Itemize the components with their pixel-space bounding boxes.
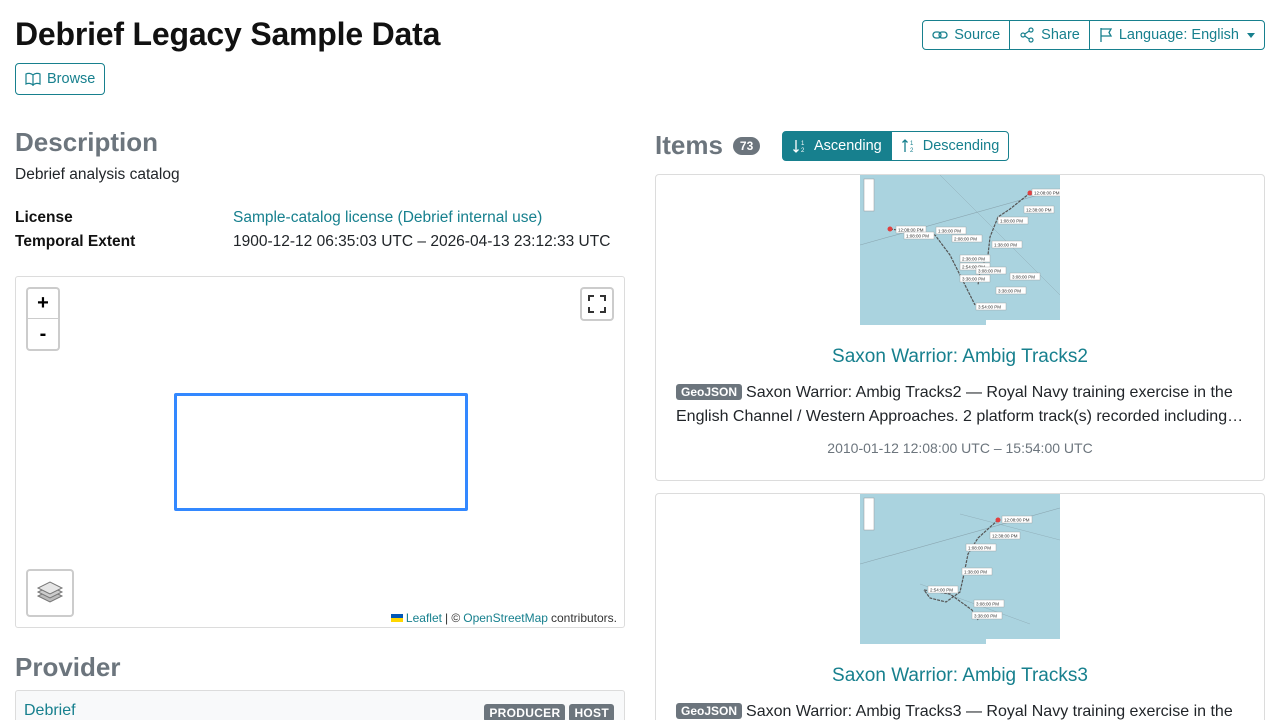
- sort-toggle: 12 Ascending 12 Descending: [782, 131, 1010, 161]
- role-badge-host: HOST: [569, 704, 614, 720]
- time-label: 12:08:00 PM: [1034, 191, 1060, 196]
- sort-ascending-label: Ascending: [814, 138, 882, 154]
- time-label: 3:38:00 PM: [998, 289, 1021, 294]
- time-label: 12:08:00 PM: [898, 228, 924, 233]
- link-icon: [932, 31, 948, 39]
- item-description: GeoJSON Saxon Warrior: Ambig Tracks3 — Ro…: [676, 699, 1246, 720]
- share-icon: [1020, 27, 1034, 43]
- zoom-in-button[interactable]: +: [28, 289, 58, 319]
- share-label: Share: [1041, 27, 1080, 43]
- time-label: 3:08:00 PM: [976, 602, 999, 607]
- attribution-separator: | ©: [444, 611, 461, 625]
- item-description: GeoJSON Saxon Warrior: Ambig Tracks2 — Ro…: [676, 380, 1246, 429]
- time-label: 1:08:00 PM: [968, 546, 991, 551]
- item-card[interactable]: 12:08:00 PM 12:38:00 PM 1:08:00 PM 12:08:00…: [655, 174, 1265, 481]
- sort-ascending-icon: 12: [793, 140, 805, 154]
- svg-text:1: 1: [801, 141, 805, 147]
- provider-card: Debrief PRODUCER HOST: [15, 690, 625, 720]
- provider-link[interactable]: Debrief: [24, 702, 76, 720]
- time-label: 12:38:00 PM: [1026, 208, 1052, 213]
- items-heading: Items: [655, 130, 723, 160]
- svg-text:2: 2: [801, 148, 805, 154]
- time-label: 3:08:00 PM: [978, 269, 1001, 274]
- osm-link[interactable]: OpenStreetMap: [463, 611, 548, 625]
- svg-text:1: 1: [910, 141, 914, 147]
- bounding-box: [174, 393, 468, 511]
- language-dropdown[interactable]: Language: English: [1088, 20, 1265, 50]
- time-label: 3:38:00 PM: [974, 614, 997, 619]
- time-label: 12:08:00 PM: [1004, 518, 1030, 523]
- time-label: 1:08:00 PM: [1000, 219, 1023, 224]
- item-time-range: 2010-01-12 12:08:00 UTC – 15:54:00 UTC: [827, 440, 1093, 456]
- item-thumbnail[interactable]: 12:08:00 PM 12:38:00 PM 1:08:00 PM 12:08:00…: [860, 175, 1060, 325]
- time-label: 1:38:00 PM: [964, 570, 987, 575]
- ukraine-flag-icon: [390, 614, 403, 622]
- description-text: Debrief analysis catalog: [15, 166, 180, 183]
- time-label: 3:38:00 PM: [962, 277, 985, 282]
- time-label: 2:08:00 PM: [954, 237, 977, 242]
- time-label: 1:38:00 PM: [994, 243, 1017, 248]
- time-label: 3:08:00 PM: [1012, 275, 1035, 280]
- provider-roles: PRODUCER HOST: [484, 704, 614, 720]
- license-key: License: [15, 209, 73, 226]
- items-header: Items 73: [655, 130, 761, 161]
- temporal-value: 1900-12-12 06:35:03 UTC – 2026-04-13 23:…: [233, 233, 611, 250]
- format-badge: GeoJSON: [676, 703, 743, 719]
- language-label: Language: English: [1118, 27, 1239, 43]
- item-card[interactable]: 12:08:00 PM 12:38:00 PM 1:08:00 PM 1:38:00 …: [655, 493, 1265, 720]
- zoom-out-button[interactable]: -: [28, 319, 58, 349]
- page-title: Debrief Legacy Sample Data: [15, 16, 441, 52]
- book-icon: [25, 72, 41, 86]
- temporal-row: Temporal Extent 1900-12-12 06:35:03 UTC …: [15, 230, 625, 254]
- items-count-badge: 73: [732, 136, 761, 155]
- attribution-tail: contributors.: [550, 611, 617, 625]
- header-toolbar: Source Share Language: English: [922, 20, 1265, 50]
- item-title-link[interactable]: Saxon Warrior: Ambig Tracks3: [656, 665, 1264, 687]
- layers-button[interactable]: [26, 569, 74, 617]
- fullscreen-icon: [588, 295, 606, 313]
- provider-heading: Provider: [15, 652, 121, 682]
- time-label: 1:38:00 PM: [938, 229, 961, 234]
- item-description-text: Saxon Warrior: Ambig Tracks3 — Royal Nav…: [746, 703, 1233, 720]
- time-label: 2:54:00 PM: [930, 588, 953, 593]
- item-thumbnail[interactable]: 12:08:00 PM 12:38:00 PM 1:08:00 PM 1:38:00 …: [860, 494, 1060, 644]
- layers-icon: [36, 581, 64, 603]
- fullscreen-button[interactable]: [580, 287, 614, 321]
- sort-ascending-button[interactable]: 12 Ascending: [782, 131, 892, 161]
- browse-button[interactable]: Browse: [15, 63, 106, 95]
- time-label: 12:38:00 PM: [992, 534, 1018, 539]
- sort-descending-button[interactable]: 12 Descending: [890, 131, 1010, 161]
- flag-icon: [1100, 28, 1112, 42]
- time-label: 3:54:00 PM: [978, 305, 1001, 310]
- source-button[interactable]: Source: [922, 20, 1011, 50]
- item-description-text: Saxon Warrior: Ambig Tracks2 — Royal Nav…: [676, 384, 1233, 425]
- license-link[interactable]: Sample-catalog license (Debrief internal…: [233, 209, 542, 227]
- time-label: 2:38:00 PM: [962, 257, 985, 262]
- chevron-down-icon: [1247, 32, 1255, 38]
- time-label: 1:08:00 PM: [906, 234, 929, 239]
- browse-label: Browse: [47, 71, 96, 87]
- description-heading: Description: [15, 127, 159, 157]
- share-button[interactable]: Share: [1009, 20, 1090, 50]
- zoom-control: + -: [26, 287, 60, 351]
- temporal-key: Temporal Extent: [15, 233, 136, 250]
- leaflet-link[interactable]: Leaflet: [406, 611, 442, 625]
- item-title-link[interactable]: Saxon Warrior: Ambig Tracks2: [656, 346, 1264, 368]
- sort-descending-icon: 12: [901, 139, 914, 154]
- source-label: Source: [954, 27, 1001, 43]
- role-badge-producer: PRODUCER: [484, 704, 566, 720]
- map-attribution: Leaflet | © OpenStreetMap contributors.: [388, 611, 619, 625]
- license-row: License Sample-catalog license (Debrief …: [15, 206, 625, 230]
- metadata-list: License Sample-catalog license (Debrief …: [15, 206, 625, 254]
- extent-map[interactable]: + - Leaflet | © OpenStreetMap contributo…: [15, 276, 625, 628]
- sort-descending-label: Descending: [922, 138, 1000, 154]
- svg-text:2: 2: [910, 148, 914, 154]
- format-badge: GeoJSON: [676, 384, 743, 400]
